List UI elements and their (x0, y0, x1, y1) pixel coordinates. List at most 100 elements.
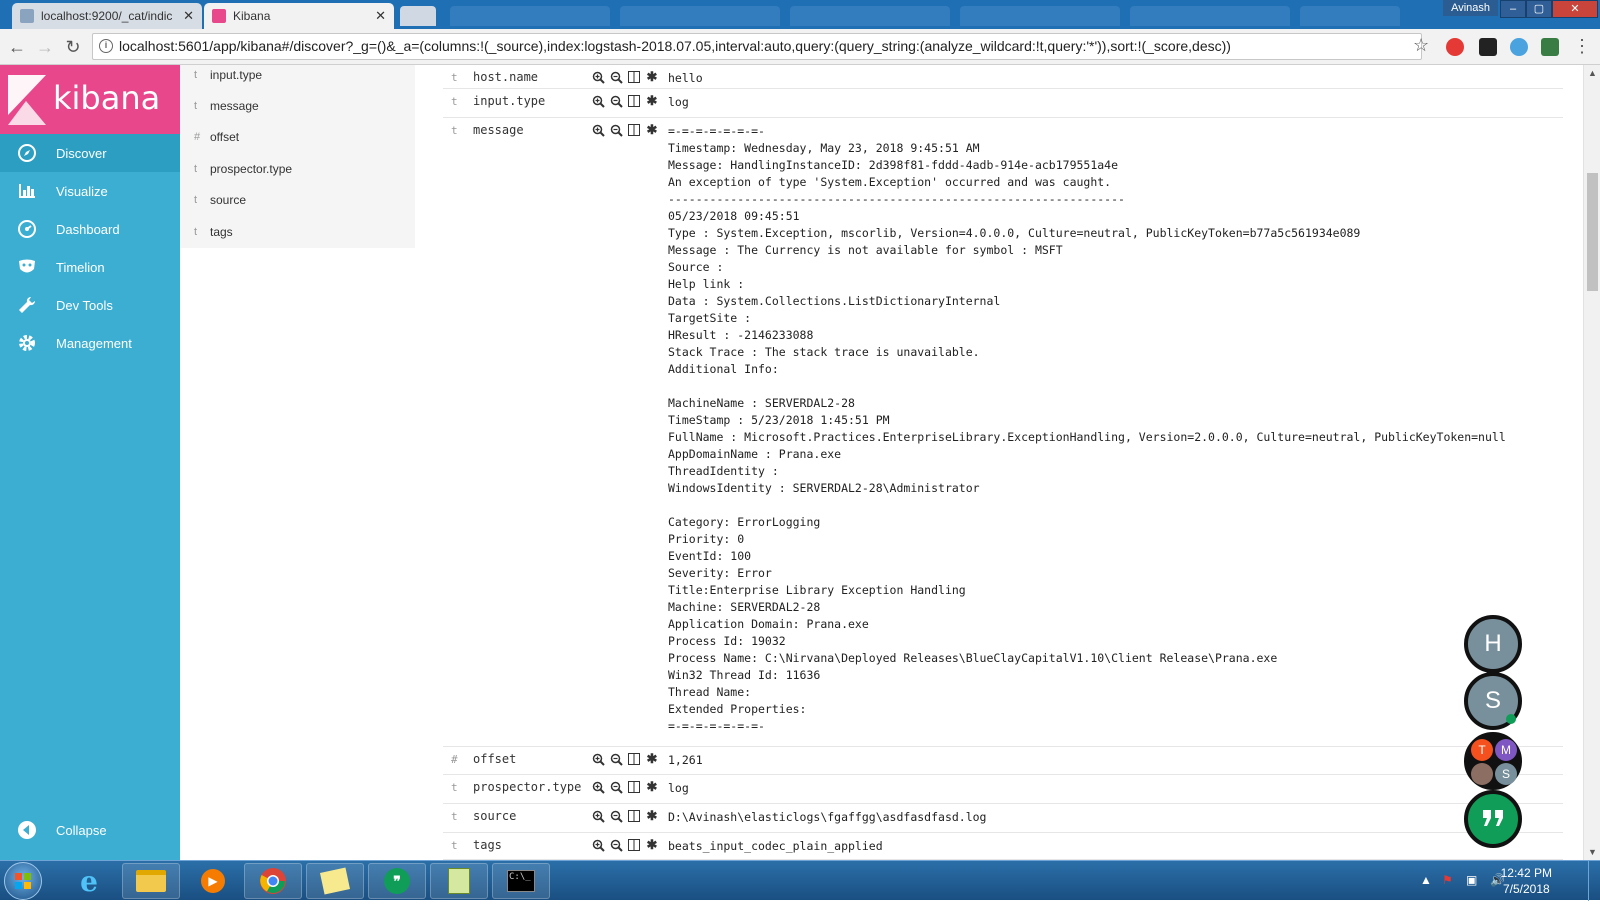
taskbar-hangouts[interactable]: ❞ (368, 863, 426, 899)
reload-icon[interactable]: ↻ (62, 36, 84, 58)
kibana-logo[interactable]: kibana (0, 65, 180, 135)
field-value: hello (668, 71, 703, 85)
taskbar-file-explorer[interactable] (122, 863, 180, 899)
nav-item-dashboard[interactable]: Dashboard (0, 210, 180, 248)
taskbar-command-prompt[interactable]: C:\_ (492, 863, 550, 899)
filter-for-value-icon[interactable] (591, 780, 605, 794)
field-list-item[interactable]: t tags (180, 222, 415, 254)
clock-date: 7/5/2018 (1502, 882, 1550, 896)
table-row: t tags ✱ beats_input_codec_plain_applied (443, 833, 1563, 860)
kibana-sidebar: kibana Discover Visualize Dashboard Time… (0, 65, 180, 860)
filter-for-value-icon[interactable] (591, 838, 605, 852)
scroll-down-arrow-icon[interactable]: ▼ (1588, 847, 1597, 857)
filter-exists-icon[interactable]: ✱ (645, 779, 659, 794)
close-icon[interactable]: ✕ (375, 8, 386, 24)
field-list-item[interactable]: t message (180, 96, 415, 128)
filter-for-value-icon[interactable] (591, 123, 605, 137)
fl-extension-icon[interactable] (1479, 38, 1497, 56)
info-icon[interactable]: i (99, 39, 113, 53)
filter-exists-icon[interactable]: ✱ (645, 837, 659, 852)
field-value: =-=-=-=-=-=-=- Timestamp: Wednesday, May… (668, 124, 1506, 733)
filter-exists-icon[interactable]: ✱ (645, 808, 659, 823)
toggle-column-icon[interactable] (627, 94, 641, 108)
field-list-item[interactable]: t prospector.type (180, 159, 415, 191)
field-type-icon: # (194, 131, 201, 143)
table-row: t host.name ✱ hello (443, 65, 1563, 89)
field-list-item[interactable]: t input.type (180, 65, 415, 97)
field-list-item[interactable]: # offset (180, 127, 415, 159)
field-list-item[interactable]: t source (180, 190, 415, 222)
field-name: input.type (210, 68, 263, 82)
filter-exists-icon[interactable]: ✱ (645, 93, 659, 108)
filter-out-value-icon[interactable] (609, 780, 623, 794)
filter-out-value-icon[interactable] (609, 123, 623, 137)
filter-out-value-icon[interactable] (609, 94, 623, 108)
nav-item-timelion[interactable]: Timelion (0, 248, 180, 286)
hangouts-main-button[interactable] (1464, 790, 1522, 848)
taskbar-chrome[interactable] (244, 863, 302, 899)
toggle-column-icon[interactable] (627, 752, 641, 766)
nav-item-management[interactable]: Management (0, 324, 180, 362)
nav-item-discover[interactable]: Discover (0, 134, 180, 172)
bookmark-star-icon[interactable]: ☆ (1413, 35, 1429, 56)
scrollbar-thumb[interactable] (1587, 173, 1598, 291)
action-center-flag-icon[interactable]: ⚑ (1442, 873, 1453, 887)
taskbar-notepad-plus[interactable] (430, 863, 488, 899)
filter-out-value-icon[interactable] (609, 752, 623, 766)
toggle-column-icon[interactable] (627, 809, 641, 823)
network-icon[interactable]: ▣ (1466, 873, 1477, 887)
filter-out-value-icon[interactable] (609, 809, 623, 823)
hangouts-contact-s[interactable]: S (1464, 672, 1522, 730)
collapse-button[interactable]: Collapse (0, 811, 180, 849)
show-desktop-button[interactable] (1588, 861, 1600, 901)
toggle-column-icon[interactable] (627, 123, 641, 137)
browser-tab-kibana[interactable]: Kibana ✕ (204, 3, 394, 29)
nav-item-dev-tools[interactable]: Dev Tools (0, 286, 180, 324)
filter-for-value-icon[interactable] (591, 94, 605, 108)
hangouts-contact-h[interactable]: H (1464, 615, 1522, 673)
filter-exists-icon[interactable]: ✱ (645, 69, 659, 84)
vertical-scrollbar[interactable]: ▲ ▼ (1583, 65, 1600, 860)
filter-out-value-icon[interactable] (609, 838, 623, 852)
close-icon[interactable]: ✕ (183, 8, 194, 24)
field-name: prospector.type (210, 162, 293, 176)
scroll-up-arrow-icon[interactable]: ▲ (1588, 68, 1597, 78)
field-name: offset (210, 130, 240, 144)
chrome-menu-icon[interactable]: ⋮ (1573, 36, 1591, 57)
forward-arrow-icon[interactable]: → (34, 36, 56, 58)
browser-toolbar: ← → ↻ i localhost:5601/app/kibana#/disco… (0, 29, 1600, 65)
bar-chart-icon (17, 181, 37, 201)
filter-for-value-icon[interactable] (591, 70, 605, 84)
minimize-button[interactable]: – (1500, 0, 1526, 18)
system-clock[interactable]: 12:42 PM 7/5/2018 (1501, 865, 1552, 897)
filter-for-value-icon[interactable] (591, 752, 605, 766)
background-window-tab (450, 6, 610, 26)
filter-for-value-icon[interactable] (591, 809, 605, 823)
window-user-badge: Avinash (1443, 0, 1498, 16)
toggle-column-icon[interactable] (627, 780, 641, 794)
browser-tab-elasticsearch[interactable]: localhost:9200/_cat/indic ✕ (12, 3, 202, 29)
maximize-button[interactable]: ▢ (1526, 0, 1552, 18)
evernote-extension-icon[interactable] (1541, 38, 1559, 56)
filter-out-value-icon[interactable] (609, 70, 623, 84)
toggle-column-icon[interactable] (627, 70, 641, 84)
cloud-extension-icon[interactable] (1510, 38, 1528, 56)
opera-extension-icon[interactable] (1446, 38, 1464, 56)
taskbar-internet-explorer[interactable]: e (60, 863, 118, 899)
filter-exists-icon[interactable]: ✱ (645, 751, 659, 766)
nav-item-visualize[interactable]: Visualize (0, 172, 180, 210)
filter-exists-icon[interactable]: ✱ (645, 122, 659, 137)
back-arrow-icon[interactable]: ← (6, 36, 28, 58)
new-tab-button[interactable] (400, 6, 436, 26)
address-bar[interactable]: i localhost:5601/app/kibana#/discover?_g… (92, 33, 1422, 60)
start-button[interactable] (4, 862, 42, 900)
show-hidden-icons-icon[interactable]: ▲ (1420, 873, 1432, 887)
toggle-column-icon[interactable] (627, 838, 641, 852)
hangouts-group-chat[interactable]: T M S (1464, 732, 1522, 790)
window-close-button[interactable]: ✕ (1552, 0, 1598, 18)
taskbar-media-player[interactable]: ▶ (184, 863, 242, 899)
contact-initial: S (1484, 687, 1501, 714)
taskbar-sticky-notes[interactable] (306, 863, 364, 899)
field-type-icon: t (451, 71, 458, 84)
field-name: message (210, 99, 259, 113)
